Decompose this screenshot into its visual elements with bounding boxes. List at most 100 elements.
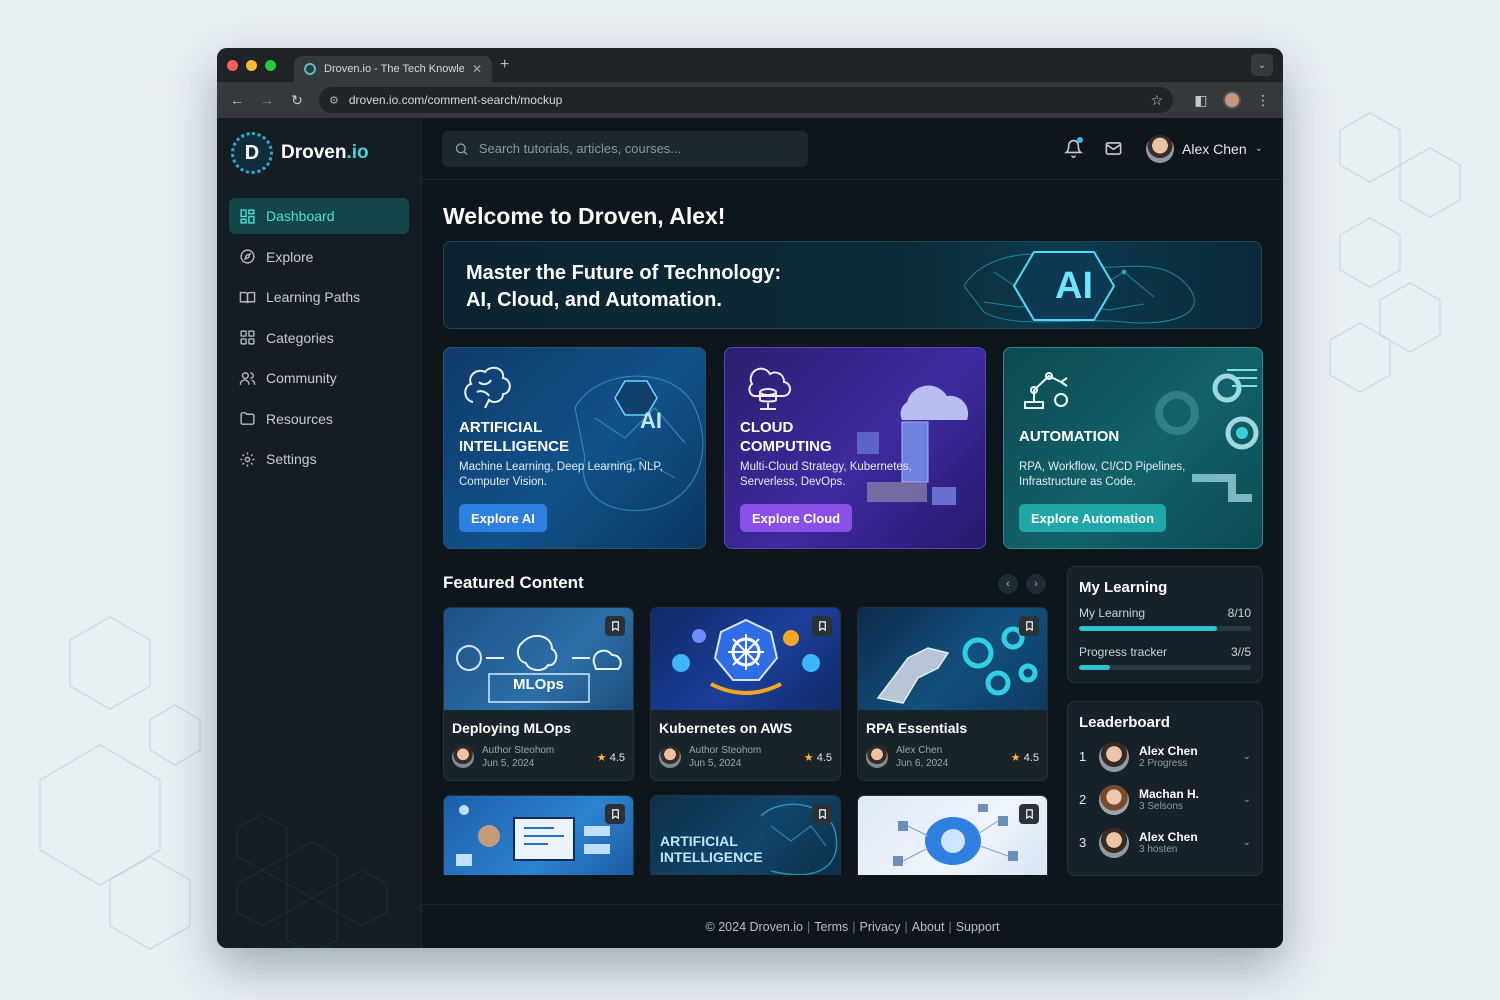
sidebar-item-label: Settings [266, 451, 317, 467]
card-title: Kubernetes on AWS [659, 720, 793, 736]
cloud-database-icon [748, 367, 792, 410]
tab-title: Droven.io - The Tech Knowled [324, 63, 464, 75]
brand-name: Droven.io [281, 142, 369, 163]
tab-search-chevron-icon[interactable]: ⌄ [1251, 54, 1273, 76]
category-title: ARTIFICIAL INTELLIGENCE [459, 419, 570, 455]
robot-arm-icon [1024, 372, 1068, 409]
category-ai-badge: AI [640, 408, 662, 433]
card-date: Jun 5, 2024 [482, 758, 535, 769]
notification-bell-button[interactable] [1062, 136, 1084, 160]
category-description: RPA, Workflow, CI/CD Pipelines, Infrastr… [1019, 461, 1186, 488]
featured-card-kubernetes[interactable]: Kubernetes on AWS Author Steohom Jun 5, 2… [650, 607, 841, 781]
sidebar-item-resources[interactable]: Resources [229, 401, 409, 437]
browser-profile-avatar[interactable] [1223, 91, 1241, 109]
sidebar-item-explore[interactable]: Explore [229, 239, 409, 275]
sidebar-item-label: Resources [266, 410, 333, 427]
thumbnail-label: MLOps [513, 676, 564, 693]
new-tab-icon[interactable]: + [500, 56, 509, 74]
category-card-automation[interactable]: AUTOMATION RPA, Workflow, CI/CD Pipeline… [1003, 347, 1263, 549]
bookmark-button[interactable] [605, 616, 625, 636]
main-content: Alex Chen ⌄ Welcome to Droven, Alex! [422, 118, 1283, 948]
featured-card-dev-setup[interactable] [443, 795, 634, 875]
category-title: AUTOMATION [1019, 428, 1120, 445]
footer: © 2024 Droven.io | Terms | Privacy | Abo… [422, 904, 1283, 948]
app: D Droven.io Dashboard Explore Learning P… [217, 118, 1283, 948]
leaderboard-row[interactable]: 3 Alex Chen 3 hosten ⌄ [1079, 821, 1251, 864]
bookmark-button[interactable] [812, 616, 832, 636]
chevron-right-icon[interactable]: › [1026, 574, 1046, 594]
back-arrow-icon[interactable]: ← [229, 92, 245, 108]
close-tab-icon[interactable]: ✕ [472, 62, 482, 76]
bookmark-button[interactable] [812, 804, 832, 824]
chevron-down-icon[interactable]: ⌄ [1243, 794, 1251, 805]
maximize-window-button[interactable] [265, 59, 276, 71]
bookmark-icon [1025, 809, 1033, 820]
chevron-left-icon[interactable]: ‹ [998, 574, 1018, 594]
search-input[interactable] [478, 141, 796, 156]
close-window-button[interactable] [227, 59, 238, 71]
footer-link-privacy[interactable]: Privacy [860, 920, 901, 934]
user-menu[interactable]: Alex Chen ⌄ [1146, 134, 1263, 163]
search-box[interactable] [442, 130, 808, 167]
card-title: Deploying MLOps [452, 720, 571, 736]
bookmark-button[interactable] [1019, 616, 1039, 636]
sidebar-item-label: Categories [266, 329, 334, 346]
top-bar: Alex Chen ⌄ [422, 118, 1283, 180]
featured-card-cloud-network[interactable] [857, 795, 1048, 875]
brain-icon [464, 366, 511, 409]
browser-menu-icon[interactable]: ⋮ [1255, 92, 1271, 109]
side-panel-icon[interactable]: ◧ [1193, 92, 1209, 109]
dashboard-icon [238, 207, 256, 225]
messages-button[interactable] [1102, 138, 1124, 160]
explore-automation-button[interactable]: Explore Automation [1019, 504, 1167, 532]
minimize-window-button[interactable] [246, 59, 257, 71]
star-icon: ★ [803, 751, 814, 764]
bookmark-button[interactable] [605, 804, 625, 824]
progress-bar [1079, 665, 1251, 670]
leaderboard-panel: Leaderboard 1 Alex Chen 2 Progress ⌄ 2 Ma… [1067, 701, 1263, 876]
footer-link-terms[interactable]: Terms [814, 920, 848, 934]
bookmark-icon [818, 809, 826, 820]
chevron-down-icon[interactable]: ⌄ [1243, 837, 1251, 848]
site-settings-icon[interactable]: ⚙ [329, 94, 339, 107]
featured-card-ai[interactable]: ARTIFICIAL INTELLIGENCE [650, 795, 841, 875]
browser-tab[interactable]: Droven.io - The Tech Knowled ✕ [294, 56, 492, 82]
category-card-cloud[interactable]: CLOUD COMPUTING Multi-Cloud Strategy, Kub… [724, 347, 986, 549]
sidebar: D Droven.io Dashboard Explore Learning P… [217, 118, 422, 948]
sidebar-item-community[interactable]: Community [229, 360, 409, 396]
folder-icon [238, 410, 256, 428]
card-thumbnail [858, 796, 1047, 875]
sidebar-item-learning-paths[interactable]: Learning Paths [229, 279, 409, 315]
progress-bar [1079, 626, 1251, 631]
reload-icon[interactable]: ↻ [289, 92, 305, 109]
bookmark-button[interactable] [1019, 804, 1039, 824]
bookmark-icon [611, 621, 619, 632]
bookmark-star-icon[interactable]: ☆ [1150, 92, 1163, 109]
card-rating: ★ 4.5 [803, 751, 832, 764]
forward-arrow-icon[interactable]: → [259, 92, 275, 108]
url-field[interactable]: ⚙ droven.io.com/comment-search/mockup ☆ [319, 87, 1173, 113]
sidebar-item-settings[interactable]: Settings [229, 441, 409, 477]
sidebar-item-dashboard[interactable]: Dashboard [229, 198, 409, 234]
browser-tab-bar: Droven.io - The Tech Knowled ✕ + ⌄ [217, 48, 1283, 82]
explore-ai-button[interactable]: Explore AI [459, 504, 547, 532]
featured-card-rpa[interactable]: RPA Essentials Alex Chen Jun 6, 2024 ★ 4.… [857, 607, 1048, 781]
explore-cloud-button[interactable]: Explore Cloud [740, 504, 853, 532]
brand-logo[interactable]: D Droven.io [231, 132, 409, 174]
window-controls [227, 59, 276, 71]
chevron-down-icon[interactable]: ⌄ [1243, 751, 1251, 762]
sidebar-item-categories[interactable]: Categories [229, 320, 409, 356]
card-meta: Author Steohom Jun 5, 2024 ★ 4.5 [444, 736, 633, 780]
sidebar-item-label: Learning Paths [266, 289, 361, 305]
card-thumbnail [651, 608, 840, 710]
featured-section-title: Featured Content [443, 573, 584, 592]
leaderboard-row[interactable]: 1 Alex Chen 2 Progress ⌄ [1079, 735, 1251, 778]
footer-link-support[interactable]: Support [956, 920, 1000, 934]
card-rating: ★ 4.5 [596, 751, 625, 764]
category-card-ai[interactable]: AI ARTIFICIAL INTELLIGENCE Machine Learni… [443, 347, 706, 549]
card-meta: Alex Chen Jun 6, 2024 ★ 4.5 [858, 736, 1047, 780]
featured-card-mlops[interactable]: MLOps Deploying MLOps Author Steohom Jun … [443, 607, 634, 781]
leaderboard-row[interactable]: 2 Machan H. 3 Selsons ⌄ [1079, 778, 1251, 821]
footer-link-about[interactable]: About [912, 920, 945, 934]
grid-icon [238, 329, 256, 347]
